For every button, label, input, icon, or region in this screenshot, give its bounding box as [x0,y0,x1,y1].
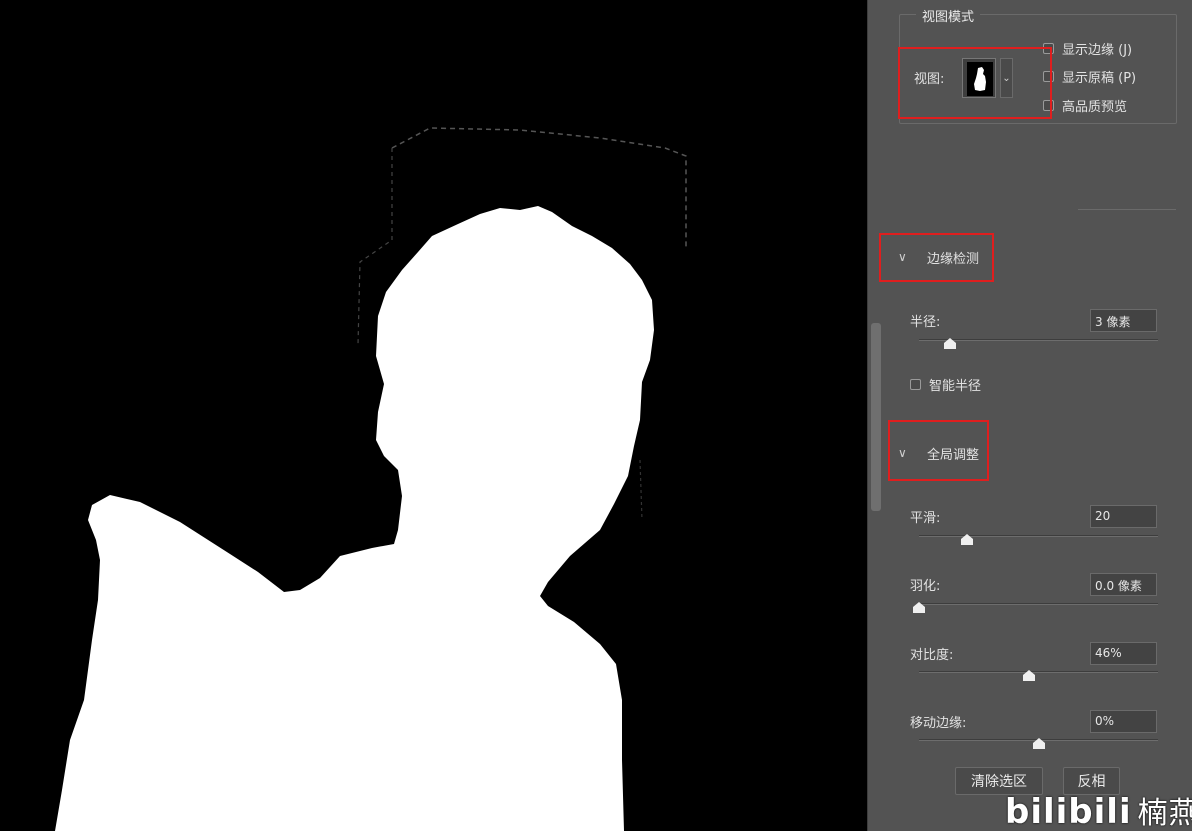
bilibili-logo: bilibili [1005,792,1132,831]
smooth-slider-track[interactable] [919,535,1158,537]
global-refine-header[interactable]: 全局调整 [927,444,979,463]
edge-detection-header[interactable]: 边缘检测 [927,248,979,267]
bilibili-watermark: bilibili楠燕i [1005,788,1192,831]
feather-label: 羽化: [910,579,941,594]
feather-slider-track[interactable] [919,603,1158,605]
contrast-slider-track[interactable] [919,671,1158,673]
select-and-mask-properties-panel: 视图模式 视图: ⌄ 显示边缘 (J) 显示原稿 (P) 高品质预览 ∨ 边缘检… [879,0,1192,831]
shift-edge-label: 移动边缘: [910,716,967,731]
subject-mask-silhouette [55,127,687,831]
contrast-value-field[interactable]: 46% [1090,642,1157,665]
view-highlight-box [898,47,1052,119]
section-divider [1078,209,1176,210]
radius-value-field[interactable]: 3 像素 [1090,309,1157,332]
smooth-label: 平滑: [910,511,941,526]
show-original-label: 显示原稿 (P) [1062,71,1137,86]
view-mode-title: 视图模式 [916,6,981,25]
smart-radius-label: 智能半径 [929,379,982,394]
contrast-label: 对比度: [910,648,954,663]
high-quality-preview-label: 高品质预览 [1062,100,1128,115]
global-refine-chevron-icon[interactable]: ∨ [898,446,907,460]
smart-radius-checkbox[interactable] [910,379,921,390]
show-edge-label: 显示边缘 (J) [1062,43,1133,58]
feather-value-field[interactable]: 0.0 像素 [1090,573,1157,596]
scrollbar-thumb[interactable] [871,323,881,511]
mask-preview-canvas[interactable] [0,0,867,831]
smooth-value-field[interactable]: 20 [1090,505,1157,528]
watermark-author: 楠燕i [1137,796,1192,831]
shift-edge-value-field[interactable]: 0% [1090,710,1157,733]
edge-detection-chevron-icon[interactable]: ∨ [898,250,907,264]
radius-label: 半径: [910,315,941,330]
